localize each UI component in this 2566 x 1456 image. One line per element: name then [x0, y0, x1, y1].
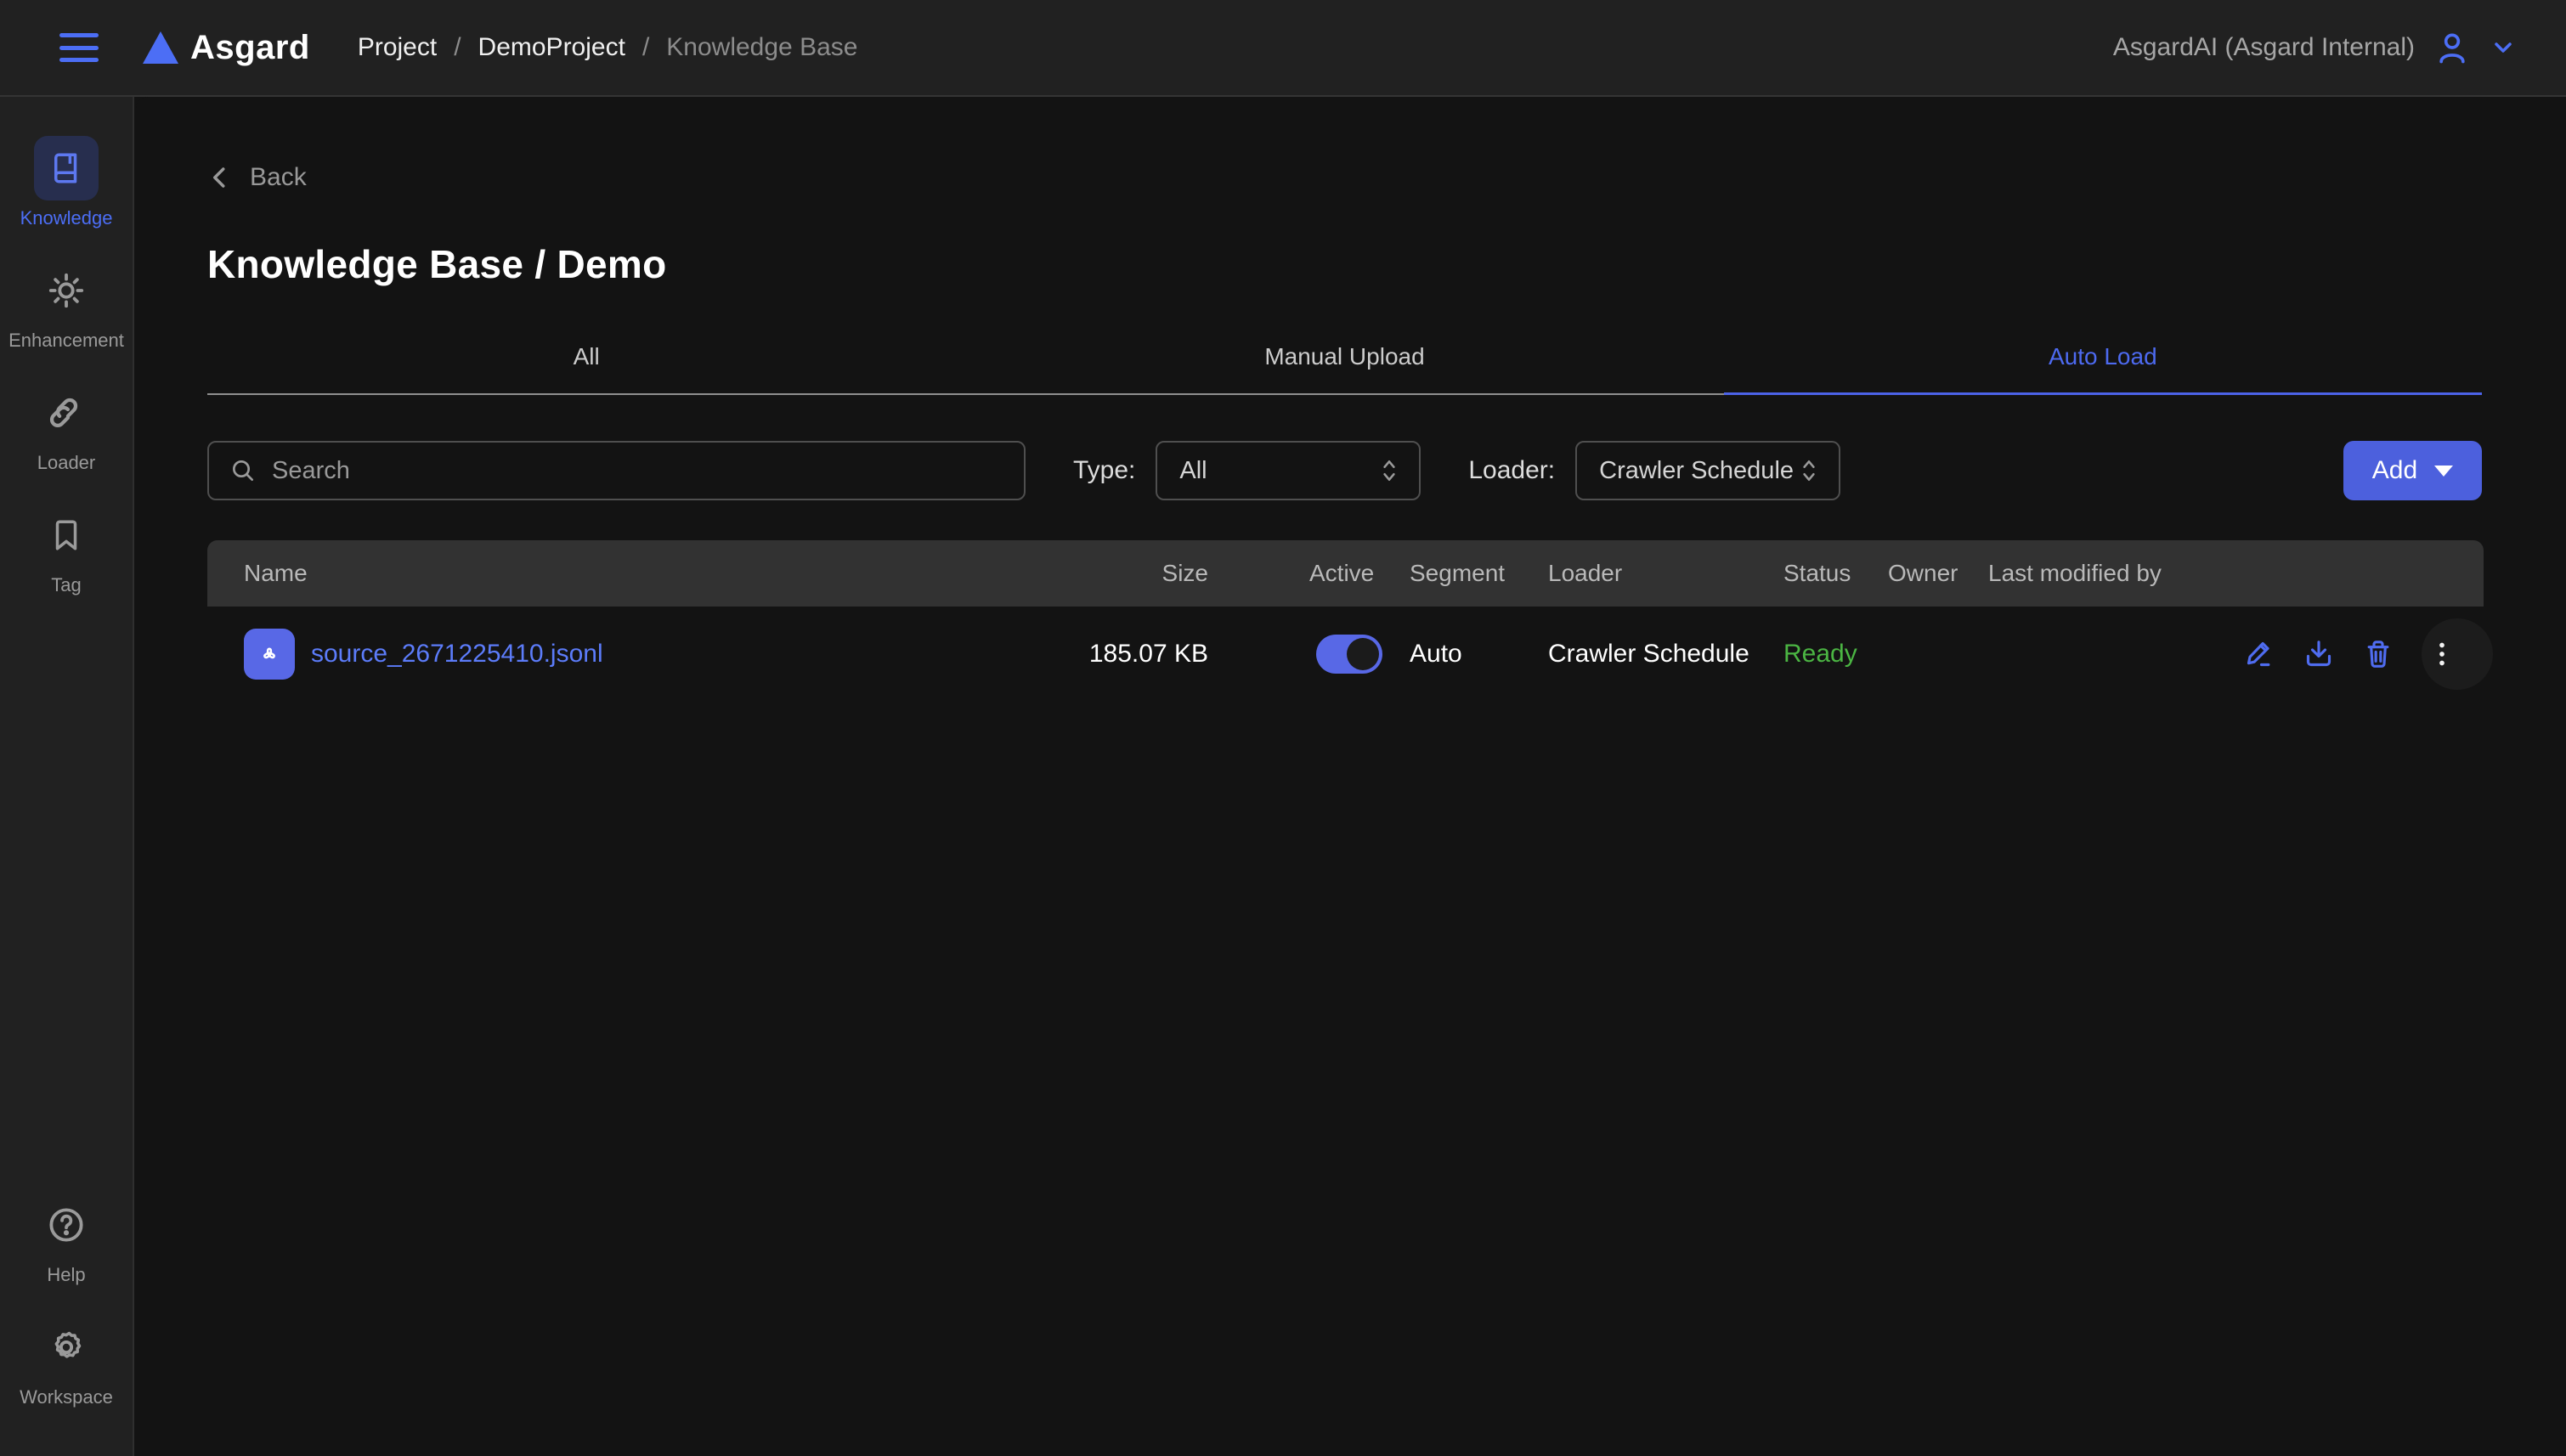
column-header-owner: Owner — [1888, 540, 1958, 607]
main-content: Back Knowledge Base / Demo All Manual Up… — [136, 97, 2566, 1456]
tab-auto-load[interactable]: Auto Load — [1724, 343, 2482, 395]
column-header-segment: Segment — [1410, 540, 1505, 607]
breadcrumb: Project / DemoProject / Knowledge Base — [358, 33, 858, 62]
page-title: Knowledge Base / Demo — [207, 241, 2482, 287]
breadcrumb-project[interactable]: Project — [358, 33, 437, 62]
edit-icon[interactable] — [2242, 637, 2276, 671]
breadcrumb-separator: / — [454, 33, 461, 62]
tab-manual-upload[interactable]: Manual Upload — [965, 343, 1723, 395]
more-options-icon[interactable] — [2425, 637, 2459, 671]
book-icon — [34, 136, 99, 200]
loader-select-value: Crawler Schedule — [1599, 457, 1794, 485]
tab-bar: All Manual Upload Auto Load — [207, 343, 2482, 395]
source-file-link[interactable]: source_2671225410.jsonl — [311, 607, 603, 702]
file-type-icon — [244, 629, 295, 680]
search-box[interactable] — [207, 441, 1026, 500]
loader-value: Crawler Schedule — [1548, 607, 1749, 702]
sidebar-item-label: Workspace — [20, 1386, 113, 1408]
segment-value: Auto — [1410, 607, 1462, 702]
link-icon — [34, 381, 99, 445]
chevron-left-icon — [207, 163, 233, 192]
breadcrumb-demoproject[interactable]: DemoProject — [478, 33, 625, 62]
loader-select[interactable]: Crawler Schedule — [1575, 441, 1840, 500]
filter-bar: Type: All Loader: Crawler Schedule Add — [207, 441, 2482, 500]
tab-all[interactable]: All — [207, 343, 965, 395]
table-row: source_2671225410.jsonl 185.07 KB Auto C… — [207, 607, 2484, 702]
column-header-name: Name — [244, 540, 308, 607]
search-input[interactable] — [272, 457, 1003, 485]
breadcrumb-knowledge-base: Knowledge Base — [666, 33, 857, 62]
sidebar: Knowledge Enhancement Loader — [0, 97, 134, 1456]
sun-icon — [34, 258, 99, 323]
sidebar-item-label: Tag — [51, 574, 81, 596]
top-header: Asgard Project / DemoProject / Knowledge… — [0, 0, 2566, 97]
sidebar-item-workspace[interactable]: Workspace — [0, 1315, 133, 1408]
file-size: 185.07 KB — [1015, 607, 1208, 702]
brand-name: Asgard — [190, 29, 310, 67]
column-header-size: Size — [1015, 540, 1208, 607]
triangle-logo-icon — [143, 31, 178, 64]
bookmark-icon — [34, 503, 99, 567]
gear-icon — [34, 1315, 99, 1380]
menu-icon[interactable] — [59, 33, 99, 62]
sidebar-item-label: Loader — [37, 452, 96, 474]
sidebar-item-label: Knowledge — [20, 207, 113, 229]
caret-down-icon — [2434, 466, 2453, 477]
sidebar-item-label: Help — [47, 1264, 85, 1286]
add-button-label: Add — [2372, 456, 2417, 485]
status-badge: Ready — [1783, 607, 1857, 702]
toggle-knob — [1347, 638, 1379, 670]
sources-table: Name Size Active Segment Loader Status O… — [207, 540, 2484, 702]
back-label: Back — [250, 163, 307, 192]
sidebar-item-knowledge[interactable]: Knowledge — [0, 136, 133, 229]
sidebar-item-enhancement[interactable]: Enhancement — [0, 258, 133, 352]
type-select-value: All — [1179, 457, 1207, 485]
chevron-down-icon[interactable] — [2490, 34, 2517, 61]
account-label: AsgardAI (Asgard Internal) — [2113, 33, 2415, 62]
breadcrumb-separator: / — [642, 33, 649, 62]
up-down-chevrons-icon — [1798, 458, 1820, 483]
question-icon — [34, 1193, 99, 1257]
search-icon — [229, 457, 257, 484]
download-icon[interactable] — [2302, 637, 2336, 671]
active-toggle[interactable] — [1316, 635, 1382, 674]
trash-icon[interactable] — [2361, 637, 2395, 671]
app-logo[interactable]: Asgard — [143, 29, 310, 67]
up-down-chevrons-icon — [1378, 458, 1400, 483]
sidebar-item-loader[interactable]: Loader — [0, 381, 133, 474]
back-button[interactable]: Back — [207, 163, 307, 192]
table-header: Name Size Active Segment Loader Status O… — [207, 540, 2484, 607]
type-select[interactable]: All — [1156, 441, 1421, 500]
column-header-active: Active — [1309, 540, 1374, 607]
add-button[interactable]: Add — [2343, 441, 2482, 500]
column-header-loader: Loader — [1548, 540, 1622, 607]
type-filter-label: Type: — [1073, 456, 1135, 485]
column-header-last-modified-by: Last modified by — [1988, 540, 2162, 607]
loader-filter-label: Loader: — [1468, 456, 1555, 485]
sidebar-item-label: Enhancement — [8, 330, 124, 352]
sidebar-item-help[interactable]: Help — [0, 1193, 133, 1286]
user-icon[interactable] — [2433, 29, 2471, 66]
sidebar-item-tag[interactable]: Tag — [0, 503, 133, 596]
column-header-status: Status — [1783, 540, 1851, 607]
